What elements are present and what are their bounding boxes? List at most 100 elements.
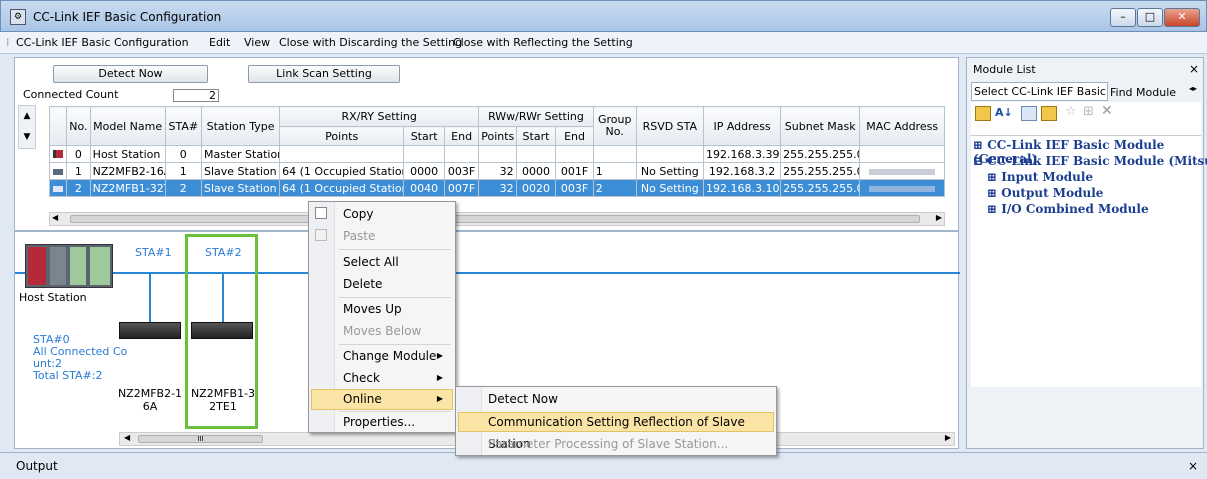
window-title: CC-Link IEF Basic Configuration: [33, 10, 222, 24]
header-sta[interactable]: STA#: [164, 106, 202, 146]
move-row-buttons: ▲ ▼: [18, 105, 36, 149]
scroll-right-icon[interactable]: ▶: [936, 213, 942, 222]
menu-item-select-all[interactable]: Select All: [343, 251, 399, 273]
tree-item-output[interactable]: ⊞ Output Module: [987, 186, 1103, 200]
menu-item-properties[interactable]: Properties...: [343, 411, 415, 433]
header-no[interactable]: No.: [66, 106, 91, 146]
sort-category-icon[interactable]: [975, 106, 991, 121]
header-rw-points[interactable]: Points: [478, 126, 517, 146]
move-up-arrow-icon[interactable]: ▲: [19, 106, 35, 127]
module-slot-icon: [70, 247, 86, 285]
tree-item-mitsubishi[interactable]: ⊟ CC-Link IEF Basic Module (Mitsubishi: [973, 154, 1207, 168]
submenu-item-detect-now[interactable]: Detect Now: [488, 388, 558, 410]
mac-address-cell: [859, 145, 945, 163]
menu-separator: [339, 249, 451, 250]
header-rw-start[interactable]: Start: [515, 126, 557, 146]
collapse-icon[interactable]: ⊟: [973, 154, 983, 168]
device-nz2mfb2-16a[interactable]: [119, 322, 181, 339]
module-list-close-icon[interactable]: ×: [1189, 62, 1199, 76]
scroll-thumb[interactable]: III: [138, 435, 263, 443]
horizontal-scrollbar[interactable]: ◀ ▶: [49, 212, 945, 226]
menu-edit[interactable]: Edit: [209, 36, 230, 49]
table-row[interactable]: 0 Host Station 0 Master Station 192.168.…: [48, 145, 945, 163]
header-model[interactable]: Model Name: [89, 106, 166, 146]
menu-label: Check: [343, 371, 380, 385]
scroll-left-icon[interactable]: ◀: [124, 433, 130, 442]
header-rww: RWw/RWr Setting: [478, 106, 594, 127]
header-subnet[interactable]: Subnet Mask: [780, 106, 861, 146]
menu-item-change-module[interactable]: Change Module ▶: [343, 345, 453, 367]
header-rsvd[interactable]: RSVD STA: [635, 106, 705, 146]
device-nz2mfb1-32te1[interactable]: [191, 322, 253, 339]
menu-item-check[interactable]: Check ▶: [343, 367, 453, 389]
expand-icon[interactable]: ⊞: [973, 138, 983, 152]
context-menu: Copy Paste Select All Delete Moves Up Mo…: [308, 201, 456, 433]
cpu-module-icon: [28, 247, 46, 285]
menu-label: Change Module: [343, 349, 437, 363]
table-row-selected[interactable]: 2 NZ2MFB1-32TE1 2 Slave Station 64 (1 Oc…: [48, 179, 945, 197]
header-station-type[interactable]: Station Type: [200, 106, 281, 146]
menu-item-copy[interactable]: Copy: [343, 203, 373, 225]
module-toolbar: A↓ ☆ ⊞ ✕: [971, 102, 1201, 136]
tree-item-input[interactable]: ⊞ Input Module: [987, 170, 1093, 184]
station-list-panel: Detect Now Link Scan Setting Connected C…: [14, 57, 959, 231]
output-close-icon[interactable]: ×: [1188, 459, 1198, 473]
scroll-left-icon[interactable]: ◀: [52, 213, 58, 222]
tab-select-cc-link[interactable]: Select CC-Link IEF Basic: [971, 82, 1108, 101]
header-mac[interactable]: MAC Address: [859, 106, 945, 146]
expand-icon[interactable]: ⊞: [987, 186, 997, 200]
menu-config[interactable]: CC-Link IEF Basic Configuration: [16, 36, 189, 49]
header-rx-end[interactable]: End: [443, 126, 480, 146]
detect-now-button[interactable]: Detect Now: [53, 65, 208, 83]
tree-label: Input Module: [1001, 170, 1094, 184]
host-station-device[interactable]: [25, 244, 113, 288]
menu-close-reflect[interactable]: Close with Reflecting the Setting: [453, 36, 633, 49]
tree-item-io-combined[interactable]: ⊞ I/O Combined Module: [987, 202, 1149, 216]
menu-item-moves-up[interactable]: Moves Up: [343, 298, 402, 320]
scroll-right-icon[interactable]: ▶: [945, 433, 951, 442]
delete-icon[interactable]: ✕: [1101, 103, 1113, 119]
expand-all-icon[interactable]: [1021, 106, 1037, 121]
close-window-button[interactable]: ✕: [1164, 8, 1200, 27]
scroll-thumb[interactable]: [70, 215, 920, 223]
submenu-item-parameter-processing[interactable]: Parameter Processing of Slave Station...: [488, 433, 728, 455]
output-title[interactable]: Output: [16, 459, 58, 473]
header-rx-start[interactable]: Start: [403, 126, 445, 146]
module-tree: ⊞ CC-Link IEF Basic Module (General) ⊟ C…: [971, 136, 1207, 387]
tab-scroll-arrows-icon[interactable]: ◂▸: [1189, 84, 1197, 93]
submenu-arrow-icon: ▶: [436, 351, 443, 360]
submenu-item-communication-reflection[interactable]: Communication Setting Reflection of Slav…: [488, 411, 776, 451]
network-line: [15, 272, 960, 274]
menu-view[interactable]: View: [244, 36, 270, 49]
output-bar: Output ×: [0, 452, 1207, 479]
tab-find-module[interactable]: Find Module: [1110, 84, 1176, 101]
menu-item-paste[interactable]: Paste: [343, 225, 375, 247]
header-rx-points[interactable]: Points: [279, 126, 405, 146]
header-rw-end[interactable]: End: [555, 126, 594, 146]
menu-item-online[interactable]: Online ▶: [343, 388, 453, 410]
slave-station-icon: [48, 179, 68, 197]
menu-item-moves-below[interactable]: Moves Below: [343, 320, 421, 342]
menu-item-delete[interactable]: Delete: [343, 273, 382, 295]
expand-icon[interactable]: ⊞: [987, 170, 997, 184]
copy-icon: [315, 207, 327, 219]
maximize-button[interactable]: □: [1137, 8, 1163, 27]
sort-az-icon[interactable]: A↓: [995, 106, 1013, 119]
expand-icon[interactable]: ⊞: [987, 202, 997, 216]
header-group[interactable]: Group No.: [592, 106, 637, 146]
add-favorite-icon[interactable]: ⊞: [1083, 104, 1094, 119]
header-ip[interactable]: IP Address: [703, 106, 782, 146]
menu-grip: ⁞: [6, 36, 10, 49]
favorite-icon[interactable]: ☆: [1065, 104, 1077, 119]
link-scan-setting-button[interactable]: Link Scan Setting: [248, 65, 400, 83]
move-down-arrow-icon[interactable]: ▼: [19, 127, 35, 148]
menu-close-discard[interactable]: Close with Discarding the Setting: [279, 36, 462, 49]
table-row[interactable]: 1 NZ2MFB2-16A 1 Slave Station 64 (1 Occu…: [48, 162, 945, 180]
submenu-arrow-icon: ▶: [436, 373, 443, 382]
online-submenu: Detect Now Communication Setting Reflect…: [455, 386, 777, 456]
collapse-all-icon[interactable]: [1041, 106, 1057, 121]
minimize-button[interactable]: –: [1110, 8, 1136, 27]
title-bar: ⚙ CC-Link IEF Basic Configuration – □ ✕: [0, 0, 1207, 32]
sta1-label: STA#1: [135, 246, 172, 259]
menu-label: Online: [343, 392, 382, 406]
